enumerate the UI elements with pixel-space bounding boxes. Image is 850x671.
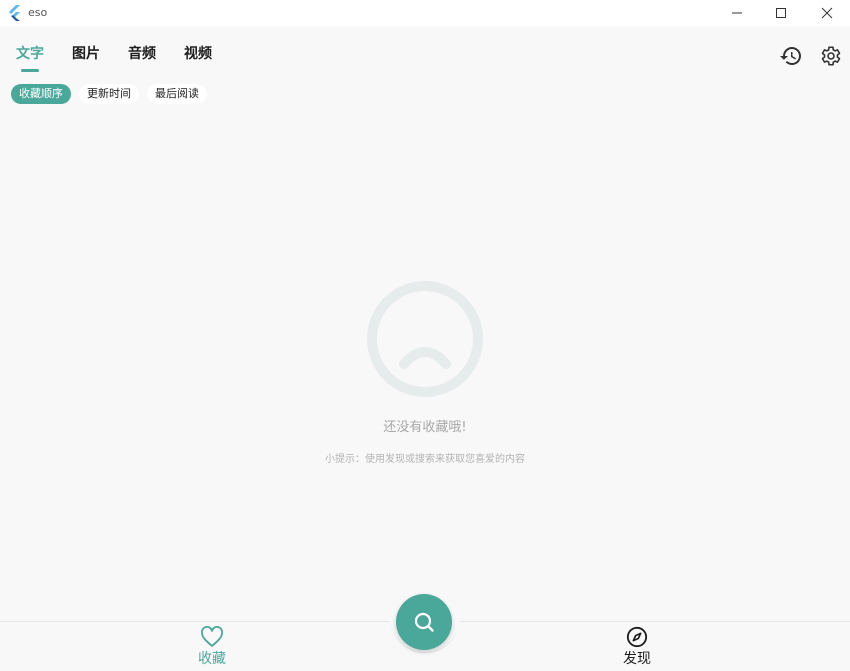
chip-last-read[interactable]: 最后阅读 (147, 84, 207, 104)
history-icon (780, 47, 801, 65)
nav-discover[interactable]: 发现 (607, 626, 667, 668)
sad-face-icon (367, 281, 483, 397)
title-bar: eso (0, 0, 850, 26)
maximize-icon (776, 8, 786, 18)
empty-state-title: 还没有收藏哦! (383, 420, 467, 435)
nav-favorites[interactable]: 收藏 (182, 626, 242, 668)
tab-video[interactable]: 视频 (184, 44, 212, 68)
heart-icon (201, 626, 223, 647)
app-window: eso 文字 图片 音频 视频 收藏顺序 更新时间 最后阅读 还没有收藏哦! 小… (0, 0, 850, 671)
nav-discover-label: 发现 (623, 651, 651, 667)
nav-favorites-label: 收藏 (198, 651, 226, 667)
close-icon (821, 7, 833, 19)
tab-text[interactable]: 文字 (16, 44, 44, 68)
flutter-logo-icon (9, 5, 20, 21)
tab-audio[interactable]: 音频 (128, 44, 156, 68)
empty-state-hint: 小提示：使用发现或搜索来获取您喜爱的内容 (325, 454, 525, 465)
sort-chips: 收藏顺序 更新时间 最后阅读 (11, 84, 215, 104)
history-button[interactable] (778, 43, 804, 69)
search-button[interactable] (396, 594, 452, 650)
compass-icon (626, 626, 648, 648)
window-title: eso (28, 6, 48, 19)
settings-button[interactable] (817, 43, 843, 69)
gear-icon (821, 46, 841, 66)
chip-update-time[interactable]: 更新时间 (79, 84, 139, 104)
minimize-button[interactable] (714, 0, 760, 26)
chip-favorite-order[interactable]: 收藏顺序 (11, 84, 71, 104)
close-button[interactable] (804, 0, 850, 26)
maximize-button[interactable] (758, 0, 804, 26)
minimize-icon (732, 12, 742, 14)
tab-images[interactable]: 图片 (72, 44, 100, 68)
content-type-tabs: 文字 图片 音频 视频 (16, 44, 240, 68)
search-icon (414, 612, 434, 632)
